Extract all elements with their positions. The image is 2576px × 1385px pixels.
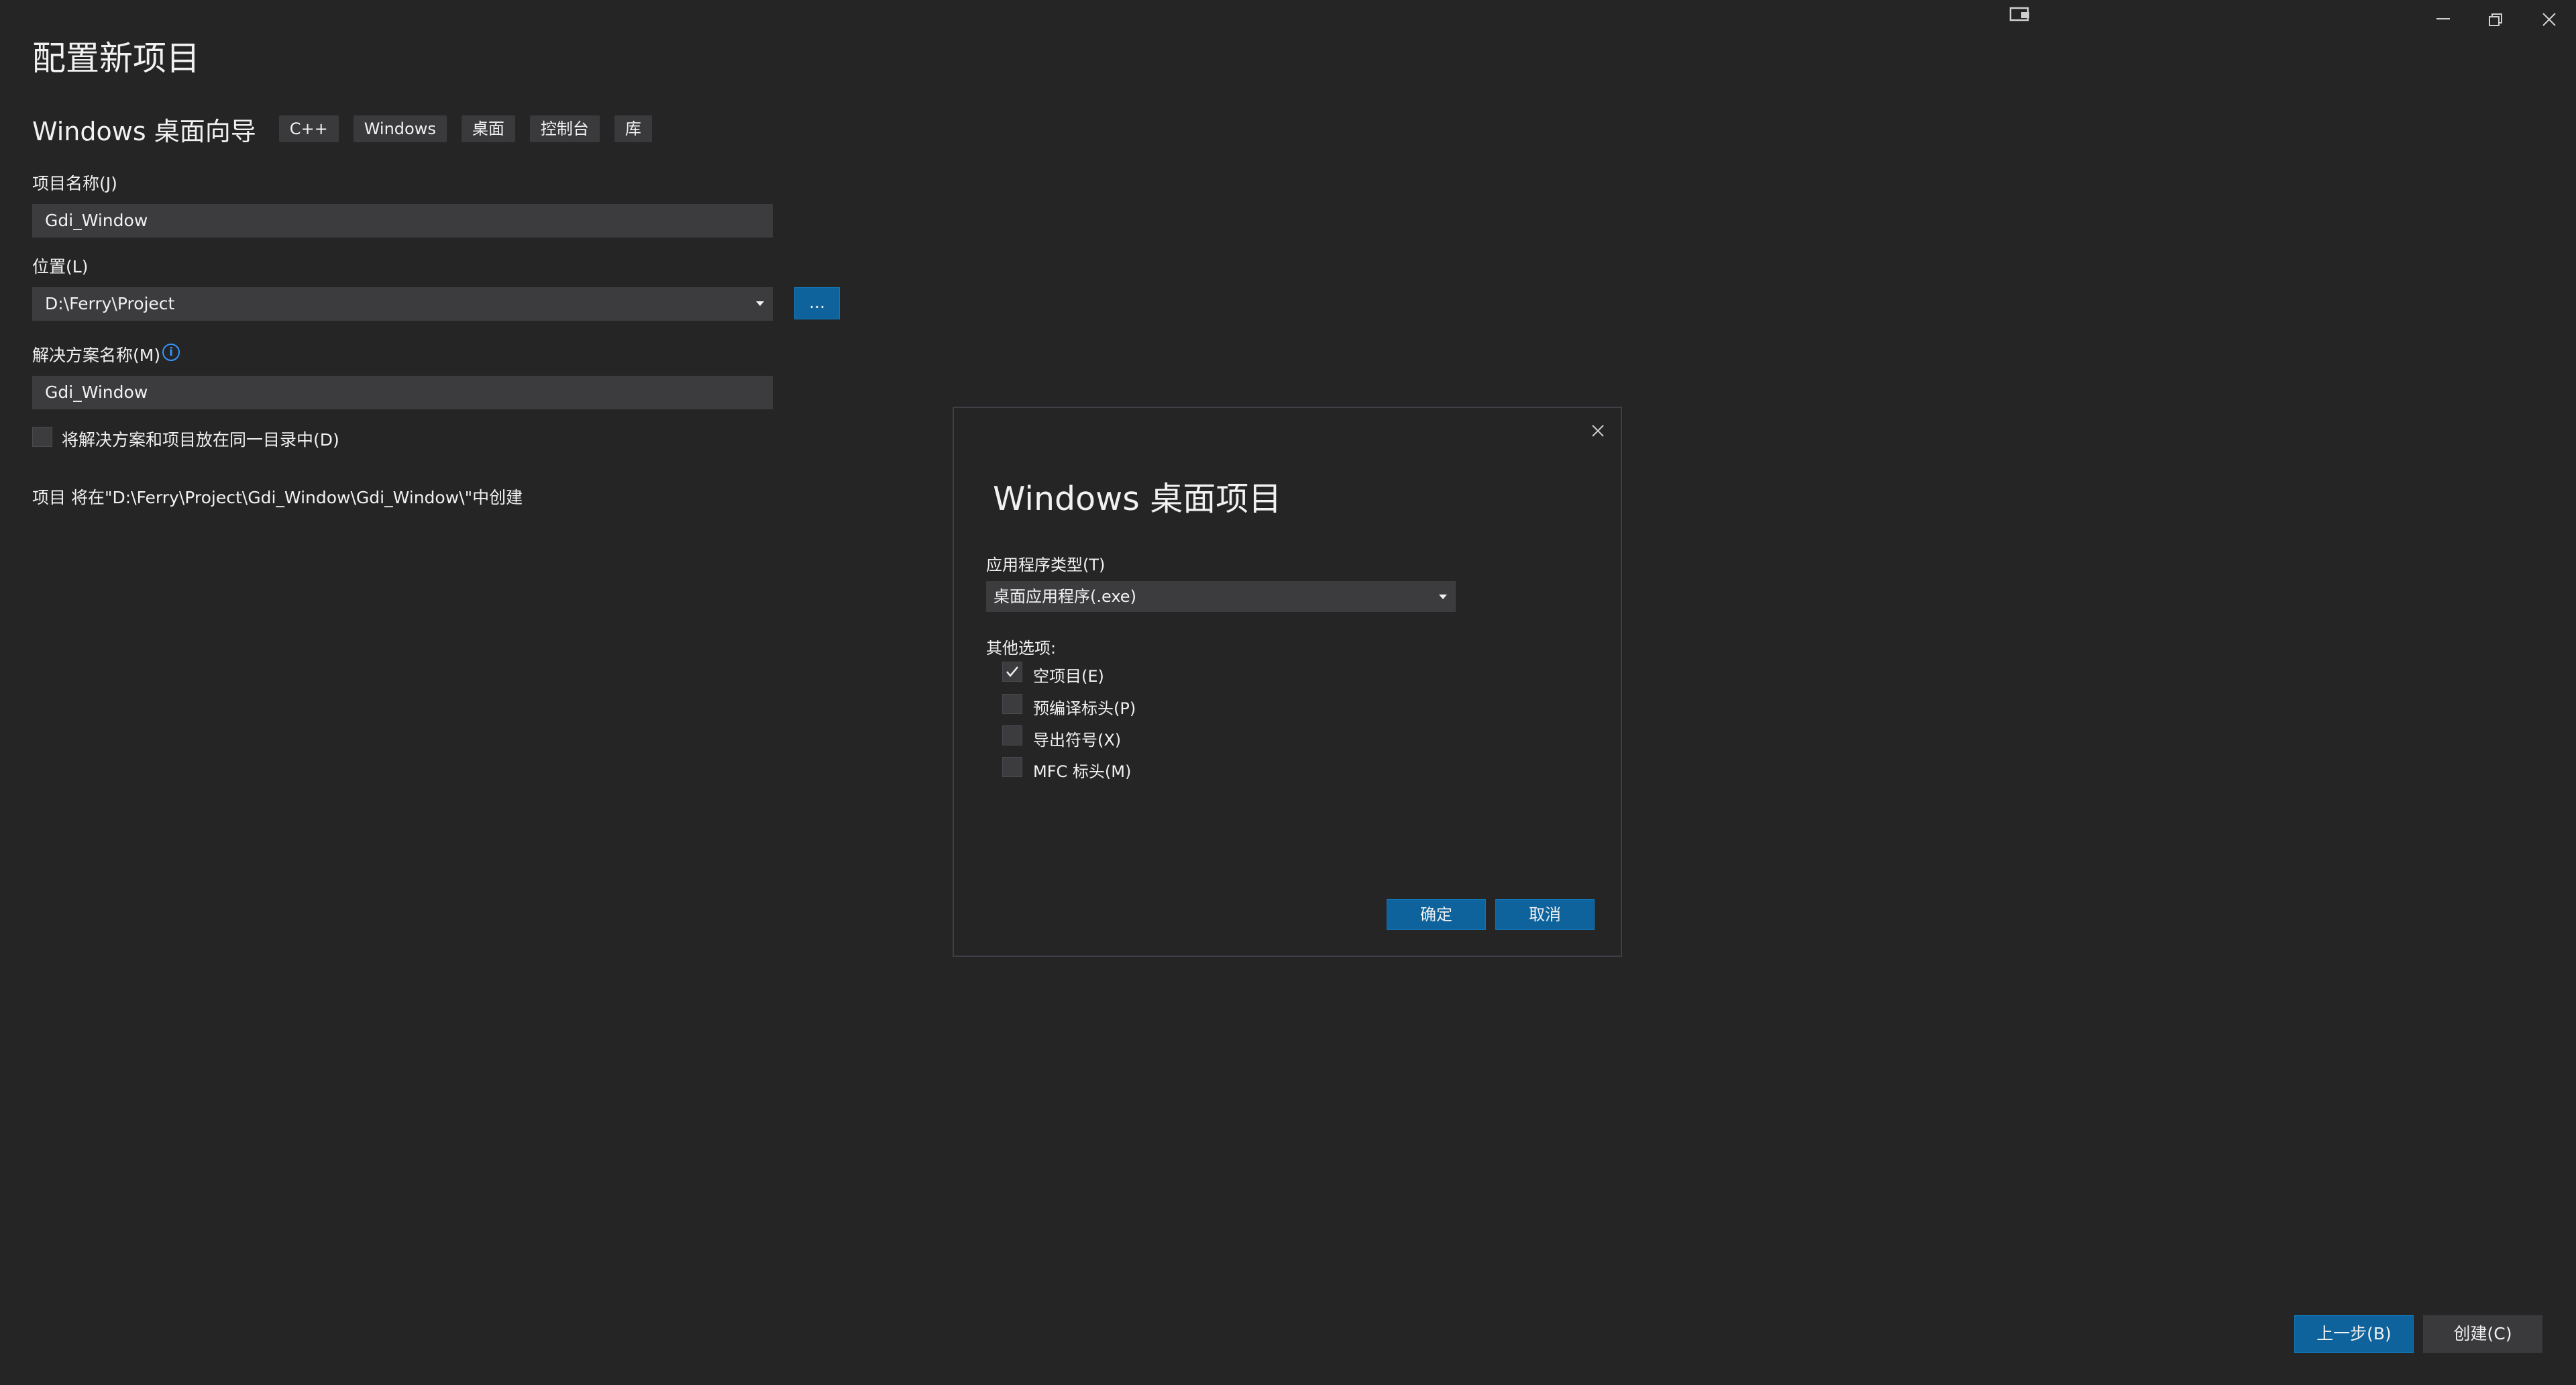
close-button[interactable]	[2529, 5, 2569, 32]
solution-name-input[interactable]: Gdi_Window	[32, 376, 773, 409]
precompiled-header-label: 预编译标头(P)	[1033, 699, 1136, 718]
minimize-button[interactable]	[2423, 5, 2463, 32]
minimize-icon	[2436, 18, 2450, 19]
restore-button[interactable]	[2475, 5, 2516, 32]
project-name-label: 项目名称(J)	[32, 174, 117, 193]
tag-windows: Windows	[353, 115, 447, 142]
configure-project-window: 配置新项目 Windows 桌面向导 C++ Windows 桌面 控制台 库 …	[0, 0, 2576, 1385]
location-value: D:\Ferry\Project	[45, 294, 175, 313]
app-type-select[interactable]: 桌面应用程序(.exe)	[986, 581, 1456, 612]
creation-path-text: 项目 将在"D:\Ferry\Project\Gdi_Window\Gdi_Wi…	[32, 488, 523, 507]
template-row: Windows 桌面向导 C++ Windows 桌面 控制台 库	[32, 109, 667, 149]
solution-name-label: 解决方案名称(M)	[32, 346, 161, 365]
template-name: Windows 桌面向导	[32, 116, 256, 146]
dropdown-arrow-icon	[1439, 595, 1447, 599]
dropdown-arrow-icon	[756, 301, 764, 306]
other-options-label: 其他选项:	[986, 639, 1057, 658]
desktop-project-dialog: Windows 桌面项目 应用程序类型(T) 桌面应用程序(.exe) 其他选项…	[953, 407, 1622, 957]
tag-console: 控制台	[529, 115, 600, 142]
location-label: 位置(L)	[32, 257, 89, 276]
empty-project-checkbox[interactable]	[1002, 662, 1022, 682]
restore-icon	[2489, 13, 2502, 26]
checkmark-icon	[1006, 666, 1018, 677]
app-type-label: 应用程序类型(T)	[986, 556, 1106, 574]
same-directory-checkbox[interactable]	[32, 427, 52, 447]
ok-button[interactable]: 确定	[1387, 899, 1486, 930]
same-directory-label: 将解决方案和项目放在同一目录中(D)	[62, 430, 339, 450]
create-button[interactable]: 创建(C)	[2423, 1315, 2542, 1353]
dialog-title: Windows 桌面项目	[993, 480, 1282, 518]
project-name-input[interactable]: Gdi_Window	[32, 204, 773, 238]
feedback-icon[interactable]	[2009, 5, 2032, 25]
app-type-value: 桌面应用程序(.exe)	[994, 587, 1136, 606]
mfc-header-label: MFC 标头(M)	[1033, 762, 1132, 781]
cancel-button[interactable]: 取消	[1495, 899, 1595, 930]
mfc-header-checkbox[interactable]	[1002, 757, 1022, 777]
browse-button[interactable]: ...	[794, 287, 840, 319]
precompiled-header-checkbox[interactable]	[1002, 694, 1022, 714]
page-title: 配置新项目	[32, 39, 200, 78]
close-icon	[2542, 13, 2556, 26]
export-symbols-checkbox[interactable]	[1002, 725, 1022, 746]
tag-desktop: 桌面	[461, 115, 515, 142]
empty-project-label: 空项目(E)	[1033, 667, 1104, 686]
export-symbols-label: 导出符号(X)	[1033, 731, 1122, 750]
info-icon[interactable]: i	[162, 344, 180, 361]
dialog-close-button[interactable]	[1585, 417, 1611, 444]
tag-cpp: C++	[278, 115, 339, 142]
tag-library: 库	[614, 115, 652, 142]
location-combobox[interactable]: D:\Ferry\Project	[32, 287, 773, 321]
close-icon	[1592, 425, 1604, 437]
back-button[interactable]: 上一步(B)	[2294, 1315, 2414, 1353]
